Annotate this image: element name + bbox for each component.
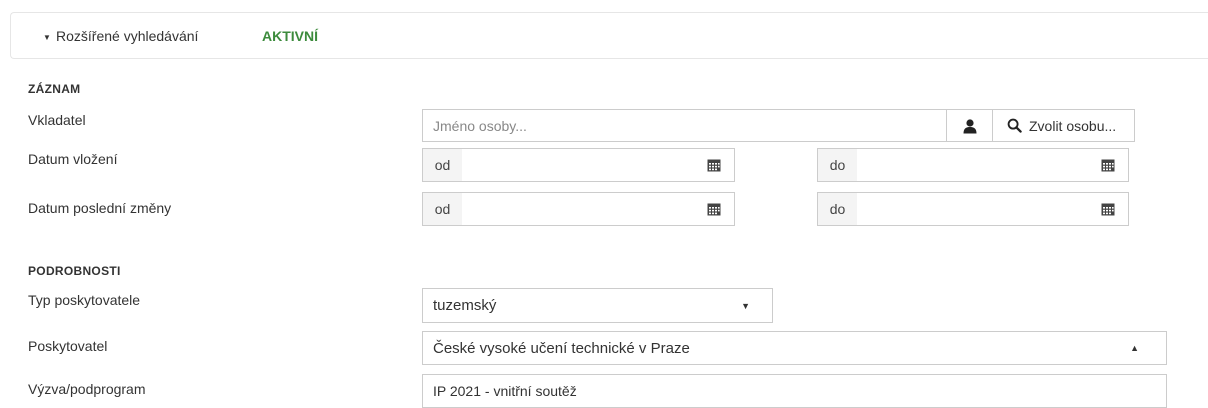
typ-poskytovatele-select[interactable]: tuzemský ▼ bbox=[422, 288, 773, 323]
calendar-icon bbox=[707, 203, 720, 216]
datum-zmeny-from-input[interactable] bbox=[462, 192, 694, 226]
datum-vlozeni-from-input[interactable] bbox=[462, 148, 694, 182]
person-icon bbox=[963, 118, 976, 133]
advanced-search-title[interactable]: Rozšířené vyhledávání bbox=[56, 28, 198, 44]
choose-person-button[interactable]: Zvolit osobu... bbox=[992, 109, 1135, 142]
datum-zmeny-from-addon: od bbox=[422, 192, 463, 226]
poskytovatel-label: Poskytovatel bbox=[28, 338, 108, 354]
section-title-podrobnosti: PODROBNOSTI bbox=[28, 264, 121, 278]
datum-zmeny-label: Datum poslední změny bbox=[28, 200, 172, 216]
datum-vlozeni-to-input[interactable] bbox=[857, 148, 1089, 182]
advanced-search-header[interactable]: ▼ Rozšířené vyhledávání AKTIVNÍ bbox=[10, 12, 1208, 59]
datum-vlozeni-to-addon: do bbox=[817, 148, 858, 182]
poskytovatel-value: České vysoké učení technické v Praze bbox=[433, 339, 690, 357]
datum-zmeny-to-input[interactable] bbox=[857, 192, 1089, 226]
vkladatel-label: Vkladatel bbox=[28, 112, 86, 128]
datum-zmeny-to-addon: do bbox=[817, 192, 858, 226]
advanced-search-status: AKTIVNÍ bbox=[262, 28, 318, 44]
vyzva-value: IP 2021 - vnitřní soutěž bbox=[433, 383, 577, 399]
vyzva-label: Výzva/podprogram bbox=[28, 381, 146, 397]
calendar-icon bbox=[707, 159, 720, 172]
datum-zmeny-from-calendar-button[interactable] bbox=[693, 192, 735, 226]
datum-vlozeni-label: Datum vložení bbox=[28, 151, 118, 167]
calendar-icon bbox=[1101, 203, 1115, 216]
section-title-zaznam: ZÁZNAM bbox=[28, 82, 81, 96]
caret-down-icon: ▼ bbox=[741, 300, 750, 311]
poskytovatel-select[interactable]: České vysoké učení technické v Praze ▲ bbox=[422, 331, 1167, 365]
vkladatel-input[interactable] bbox=[422, 109, 947, 142]
choose-person-label: Zvolit osobu... bbox=[1029, 117, 1117, 134]
caret-up-icon: ▲ bbox=[1130, 343, 1139, 353]
datum-vlozeni-from-calendar-button[interactable] bbox=[693, 148, 735, 182]
typ-poskytovatele-value: tuzemský bbox=[433, 297, 497, 314]
search-icon bbox=[1007, 118, 1022, 133]
person-button[interactable] bbox=[946, 109, 993, 142]
datum-zmeny-to-calendar-button[interactable] bbox=[1088, 192, 1129, 226]
datum-vlozeni-from-addon: od bbox=[422, 148, 463, 182]
collapse-caret-icon[interactable]: ▼ bbox=[43, 33, 51, 42]
typ-poskytovatele-label: Typ poskytovatele bbox=[28, 292, 141, 308]
calendar-icon bbox=[1101, 159, 1115, 172]
datum-vlozeni-to-calendar-button[interactable] bbox=[1088, 148, 1129, 182]
